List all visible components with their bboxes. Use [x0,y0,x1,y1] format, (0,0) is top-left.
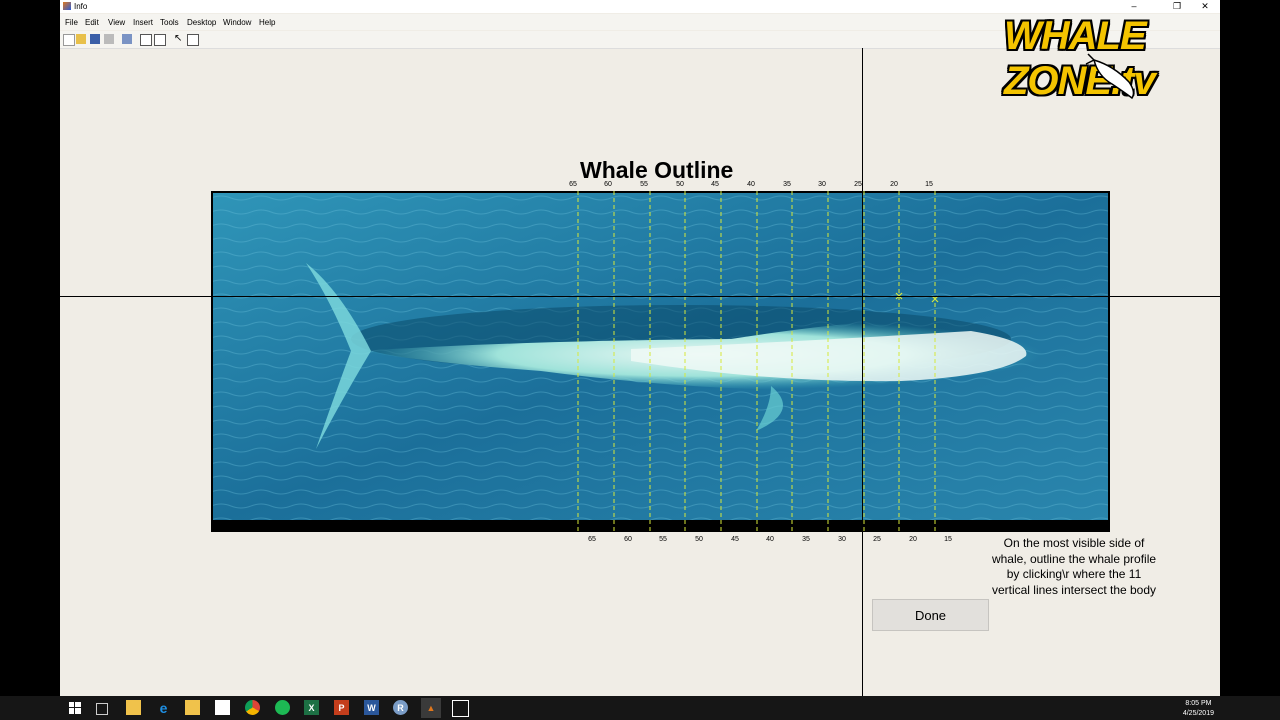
bottom-label-15: 15 [944,536,952,543]
print-icon[interactable] [104,34,114,44]
bottom-label-60: 60 [624,536,632,543]
instructions-text: On the most visible side of whale, outli… [991,536,1157,597]
whale-aerial-image[interactable] [211,191,1110,532]
matlab-icon[interactable]: ▲ [421,698,441,718]
file-explorer-icon[interactable] [185,700,200,715]
bottom-label-30: 30 [838,536,846,543]
chrome-icon[interactable] [245,700,260,715]
menu-view[interactable]: View [108,18,125,27]
bottom-label-25: 25 [873,536,881,543]
excel-icon[interactable]: X [304,700,319,715]
pointer-icon[interactable]: ↖ [174,34,184,44]
app-icon [63,2,71,10]
figure-title: Whale Outline [580,157,734,183]
save-icon[interactable] [90,34,100,44]
menu-edit[interactable]: Edit [85,18,99,27]
bottom-label-40: 40 [766,536,774,543]
done-button[interactable]: Done [872,599,989,631]
top-label-20: 20 [890,181,898,188]
spotify-icon[interactable] [275,700,290,715]
menu-help[interactable]: Help [259,18,275,27]
link-plot-icon[interactable] [122,34,132,44]
bottom-label-45: 45 [731,536,739,543]
clock-time: 8:05 PM [1185,700,1212,707]
whalezone-logo: WHALE ZONE.tv [1004,14,1216,103]
taskbar-clock[interactable]: 8:05 PM 4/25/2019 [1183,699,1214,719]
top-label-50: 50 [676,181,684,188]
mail-icon[interactable] [215,700,230,715]
top-label-40: 40 [747,181,755,188]
store-icon[interactable] [126,700,141,715]
crosshair-horizontal [60,296,1220,297]
title-bar: Info – ❐ ✕ [60,0,1220,13]
bottom-label-65: 65 [588,536,596,543]
crosshair-vertical [862,48,863,696]
new-figure-icon[interactable] [63,34,75,46]
property-editor-icon[interactable] [187,34,199,46]
bottom-label-20: 20 [909,536,917,543]
top-label-45: 45 [711,181,719,188]
photos-icon[interactable] [452,700,469,717]
top-label-60: 60 [604,181,612,188]
bottom-label-55: 55 [659,536,667,543]
insert-legend-icon[interactable] [154,34,166,46]
clock-date: 4/25/2019 [1182,710,1214,717]
top-label-25: 25 [854,181,862,188]
top-label-30: 30 [818,181,826,188]
window-title: Info [74,2,88,11]
menu-tools[interactable]: Tools [160,18,179,27]
whale-mascot-icon [1085,53,1135,100]
powerpoint-icon[interactable]: P [334,700,349,715]
start-icon[interactable] [67,700,82,715]
task-view-icon[interactable] [96,703,108,715]
r-icon[interactable]: R [393,700,408,715]
close-button[interactable]: ✕ [1191,0,1219,12]
menu-window[interactable]: Window [223,18,251,27]
open-file-icon[interactable] [76,34,86,44]
bottom-label-50: 50 [695,536,703,543]
restore-button[interactable]: ❐ [1163,0,1191,12]
windows-taskbar: e X P W R ▲ 8:05 PM 4/25/2019 [0,696,1280,720]
insert-colorbar-icon[interactable] [140,34,152,46]
top-label-15: 15 [925,181,933,188]
menu-file[interactable]: File [65,18,78,27]
bottom-label-35: 35 [802,536,810,543]
top-label-55: 55 [640,181,648,188]
edge-icon[interactable]: e [156,700,171,716]
top-label-65: 65 [569,181,577,188]
matlab-figure-window: Info – ❐ ✕ File Edit View Insert Tools D… [60,0,1220,696]
top-label-35: 35 [783,181,791,188]
menu-desktop[interactable]: Desktop [187,18,216,27]
minimize-button[interactable]: – [1120,0,1148,12]
menu-insert[interactable]: Insert [133,18,153,27]
word-icon[interactable]: W [364,700,379,715]
